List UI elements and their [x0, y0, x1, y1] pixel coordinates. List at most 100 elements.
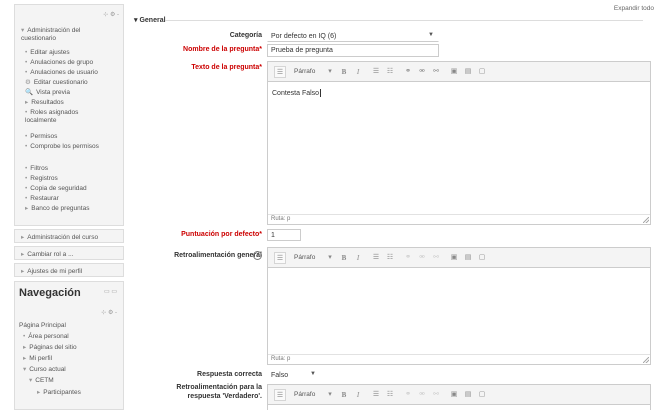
- general-feedback-editor[interactable]: ☰ Párrafo ▾ B I ☰ ☷ ⚭ ⚮ ⚯ ▣ ▤ ▢ Ruta: p: [267, 247, 651, 365]
- editor-toolbar: ☰ Párrafo ▾ B I ☰ ☷ ⚭ ⚮ ⚯ ▣ ▤ ▢: [268, 248, 650, 268]
- image-icon[interactable]: ▣: [448, 389, 460, 401]
- required-marker: *: [259, 46, 262, 53]
- true-feedback-editor[interactable]: ☰ Párrafo ▾ B I ☰ ☷ ⚭ ⚮ ⚯ ▣ ▤ ▢: [267, 384, 651, 410]
- correct-answer-select[interactable]: Falso ▼: [267, 369, 321, 381]
- anchor-icon[interactable]: ⚯: [430, 389, 442, 401]
- link-icon[interactable]: ⚭: [402, 252, 414, 264]
- numbered-list-icon[interactable]: ☷: [384, 252, 396, 264]
- anchor-icon[interactable]: ⚯: [430, 252, 442, 264]
- question-text-editor[interactable]: ☰ Párrafo ▾ B I ☰ ☷ ⚭ ⚮ ⚯ ▣ ▤ ▢ Contesta…: [267, 61, 651, 225]
- required-marker: *: [259, 231, 262, 238]
- nav-item-label: Curso actual: [29, 366, 66, 373]
- bullet-list-icon[interactable]: ☰: [370, 389, 382, 401]
- nav-item[interactable]: ▾ CETM: [29, 377, 54, 385]
- bold-button[interactable]: B: [338, 66, 350, 78]
- question-text-label-text: Texto de la pregunta: [191, 64, 260, 71]
- tree-marker-icon: ▾: [29, 377, 33, 384]
- toolbar-toggle-icon[interactable]: ☰: [274, 66, 286, 78]
- sidebar-item-label: Copia de seguridad: [30, 185, 87, 192]
- resize-handle-icon[interactable]: [643, 357, 649, 363]
- italic-button[interactable]: I: [352, 389, 364, 401]
- nav-item[interactable]: ▸ Participantes: [37, 389, 81, 397]
- paragraph-select[interactable]: Párrafo: [294, 389, 315, 401]
- sidebar-item[interactable]: • Roles asignados localmente: [25, 109, 103, 125]
- nav-item[interactable]: ▸ Mi perfil: [23, 355, 52, 363]
- nav-item-label: Participantes: [43, 389, 81, 396]
- sidebar-item[interactable]: • Filtros: [25, 165, 48, 173]
- link-icon[interactable]: ⚭: [402, 66, 414, 78]
- sidebar-item[interactable]: • Anulaciones de usuario: [25, 69, 98, 77]
- file-icon[interactable]: ▢: [476, 252, 488, 264]
- sidebar-item[interactable]: 🔍 Vista previa: [25, 89, 70, 97]
- anchor-icon[interactable]: ⚯: [430, 66, 442, 78]
- question-text-label: Texto de la pregunta*: [191, 64, 262, 71]
- sidebar-item[interactable]: • Anulaciones de grupo: [25, 59, 93, 67]
- navigation-dock-icon[interactable]: ▭ ▭: [104, 288, 117, 295]
- editor-content[interactable]: Contesta Falso: [272, 89, 322, 97]
- media-icon[interactable]: ▤: [462, 389, 474, 401]
- toolbar-toggle-icon[interactable]: ☰: [274, 252, 286, 264]
- unlink-icon[interactable]: ⚮: [416, 252, 428, 264]
- paragraph-select[interactable]: Párrafo: [294, 66, 315, 78]
- default-mark-value: 1: [271, 232, 275, 239]
- sidebar-section-row[interactable]: ▸ Cambiar rol a ...: [14, 246, 124, 260]
- tree-marker-icon: •: [25, 175, 28, 182]
- italic-button[interactable]: I: [352, 66, 364, 78]
- nav-item[interactable]: • Área personal: [23, 333, 69, 341]
- block-controls[interactable]: ⊹ ⚙ -: [103, 11, 119, 18]
- nav-item[interactable]: Página Principal: [19, 322, 66, 330]
- paragraph-select[interactable]: Párrafo: [294, 252, 315, 264]
- media-icon[interactable]: ▤: [462, 66, 474, 78]
- image-icon[interactable]: ▣: [448, 66, 460, 78]
- resize-handle-icon[interactable]: [643, 217, 649, 223]
- bold-button[interactable]: B: [338, 252, 350, 264]
- sidebar-item[interactable]: • Comprobe los permisos: [25, 143, 103, 151]
- sidebar-section-row[interactable]: ▸ Ajustes de mi perfil: [14, 263, 124, 277]
- image-icon[interactable]: ▣: [448, 252, 460, 264]
- nav-item-label: CETM: [35, 377, 54, 384]
- nav-item[interactable]: ▸ Páginas del sitio: [23, 344, 77, 352]
- general-legend[interactable]: ▾ General: [134, 16, 166, 24]
- legend-divider: [165, 20, 643, 21]
- toolbar-toggle-icon[interactable]: ☰: [274, 389, 286, 401]
- question-name-input[interactable]: Prueba de pregunta: [267, 44, 439, 57]
- bullet-list-icon[interactable]: ☰: [370, 66, 382, 78]
- sidebar-item[interactable]: • Registros: [25, 175, 58, 183]
- sidebar-item[interactable]: • Restaurar: [25, 195, 59, 203]
- default-mark-input[interactable]: 1: [267, 229, 301, 241]
- italic-button[interactable]: I: [352, 252, 364, 264]
- editor-path: Ruta: p: [268, 214, 650, 224]
- category-label: Categoría: [229, 32, 262, 39]
- legend-text: General: [139, 17, 166, 24]
- sidebar-section-row[interactable]: ▸ Administración del curso: [14, 229, 124, 243]
- tree-marker-icon: ▸: [37, 389, 41, 396]
- navigation-controls[interactable]: ⊹ ⚙ -: [101, 309, 117, 316]
- bold-button[interactable]: B: [338, 389, 350, 401]
- category-select[interactable]: Por defecto en IQ (6) ▼: [267, 30, 439, 42]
- numbered-list-icon[interactable]: ☷: [384, 389, 396, 401]
- sidebar-item[interactable]: • Permisos: [25, 133, 57, 141]
- media-icon[interactable]: ▤: [462, 252, 474, 264]
- unlink-icon[interactable]: ⚮: [416, 66, 428, 78]
- sidebar-item-label: Anulaciones de grupo: [30, 59, 94, 66]
- sidebar-item[interactable]: ▸ Resultados: [25, 99, 64, 107]
- help-icon[interactable]: ?: [253, 251, 262, 260]
- sidebar-item[interactable]: ⚙ Editar cuestionario: [25, 79, 88, 87]
- sidebar-item[interactable]: • Editar ajustes: [25, 49, 70, 57]
- file-icon[interactable]: ▢: [476, 66, 488, 78]
- sidebar-item[interactable]: ▾ Administración del cuestionario: [21, 27, 99, 43]
- sidebar-item[interactable]: ▸ Banco de preguntas: [25, 205, 89, 213]
- nav-item-label: Páginas del sitio: [29, 344, 77, 351]
- tree-marker-icon: •: [25, 185, 28, 192]
- nav-item[interactable]: ▾ Curso actual: [23, 366, 66, 374]
- sidebar-row-label: Ajustes de mi perfil: [27, 268, 83, 275]
- expand-all-link[interactable]: Expandir todo: [614, 5, 654, 12]
- unlink-icon[interactable]: ⚮: [416, 389, 428, 401]
- bullet-list-icon[interactable]: ☰: [370, 252, 382, 264]
- numbered-list-icon[interactable]: ☷: [384, 66, 396, 78]
- link-icon[interactable]: ⚭: [402, 389, 414, 401]
- sidebar-item-label: Permisos: [30, 133, 58, 140]
- file-icon[interactable]: ▢: [476, 389, 488, 401]
- tree-marker-icon: •: [25, 49, 28, 56]
- sidebar-item[interactable]: • Copia de seguridad: [25, 185, 87, 193]
